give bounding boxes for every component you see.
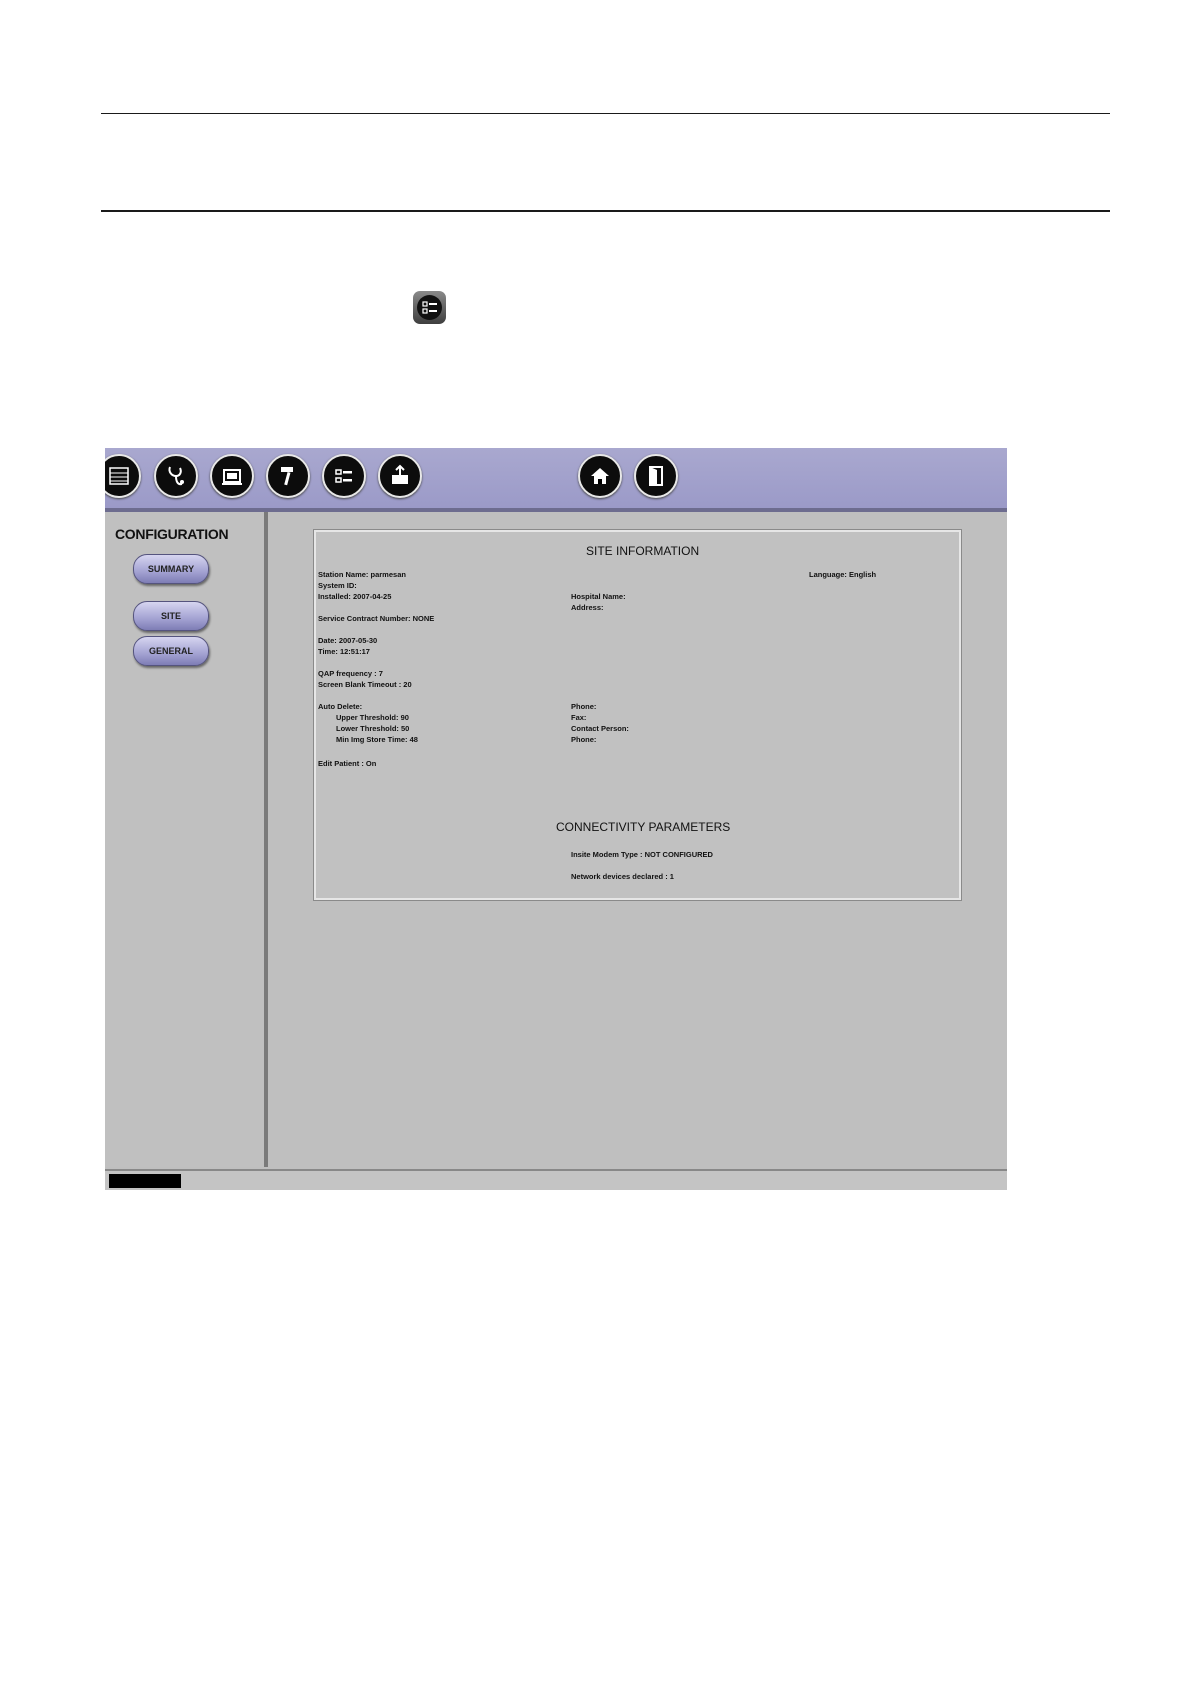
min-img-store-time: Min Img Store Time: 48	[336, 735, 418, 744]
fax: Fax:	[571, 713, 587, 722]
upper-threshold: Upper Threshold: 90	[336, 713, 409, 722]
status-indicator	[109, 1174, 181, 1188]
tools-icon[interactable]	[266, 454, 310, 498]
qap-frequency: QAP frequency : 7	[318, 669, 383, 678]
screen-blank-timeout: Screen Blank Timeout : 20	[318, 680, 412, 689]
general-button[interactable]: GENERAL	[133, 636, 209, 666]
phone: Phone:	[571, 702, 597, 711]
app-screenshot: CONFIGURATION SUMMARY SITE GENERAL SITE …	[105, 448, 1007, 1190]
language: Language: English	[809, 570, 877, 579]
checklist-icon	[413, 291, 446, 324]
toolbar	[105, 448, 1007, 512]
site-button[interactable]: SITE	[133, 601, 209, 631]
service-contract: Service Contract Number: NONE	[318, 614, 435, 623]
header-rule-bottom	[101, 210, 1110, 212]
insite-modem-type: Insite Modem Type : NOT CONFIGURED	[571, 850, 713, 859]
home-icon[interactable]	[578, 454, 622, 498]
system-id: System ID:	[318, 581, 357, 590]
connectivity-title: CONNECTIVITY PARAMETERS	[556, 820, 731, 834]
contact-phone: Phone:	[571, 735, 597, 744]
contact-person: Contact Person:	[571, 724, 629, 733]
header-rule-top	[101, 113, 1110, 114]
list-icon[interactable]	[105, 454, 141, 498]
export-icon[interactable]	[378, 454, 422, 498]
site-information-panel: SITE INFORMATION Station Name: parmesan …	[313, 529, 962, 901]
summary-button[interactable]: SUMMARY	[133, 554, 209, 584]
status-bar	[105, 1169, 1007, 1190]
station-name: Station Name: parmesan	[318, 570, 406, 579]
auto-delete: Auto Delete:	[318, 702, 363, 711]
exit-icon[interactable]	[634, 454, 678, 498]
lower-threshold: Lower Threshold: 50	[336, 724, 410, 733]
checklist-icon[interactable]	[322, 454, 366, 498]
installed-date: Installed: 2007-04-25	[318, 592, 392, 601]
sidebar: CONFIGURATION SUMMARY SITE GENERAL	[105, 512, 268, 1167]
screen-icon[interactable]	[210, 454, 254, 498]
date: Date: 2007-05-30	[318, 636, 378, 645]
sidebar-title: CONFIGURATION	[115, 526, 229, 542]
network-devices: Network devices declared : 1	[571, 872, 674, 881]
stethoscope-icon[interactable]	[154, 454, 198, 498]
site-information-title: SITE INFORMATION	[586, 544, 700, 558]
time: Time: 12:51:17	[318, 647, 370, 656]
address: Address:	[571, 603, 604, 612]
edit-patient: Edit Patient : On	[318, 759, 377, 768]
hospital-name: Hospital Name:	[571, 592, 626, 601]
